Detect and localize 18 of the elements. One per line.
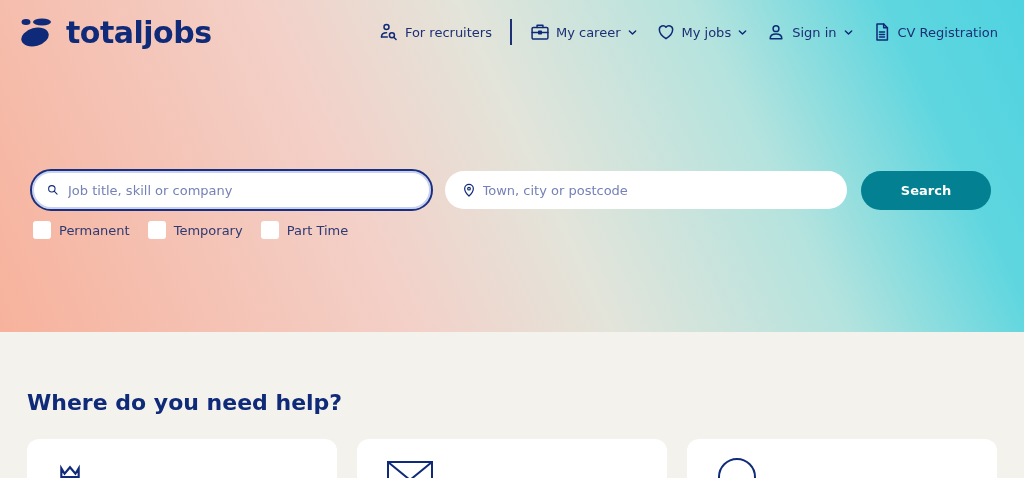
checkbox-label[interactable]: Permanent — [59, 222, 130, 238]
logo-text[interactable]: totaljobs — [66, 14, 212, 50]
nav-link[interactable]: My career — [529, 22, 638, 42]
checkbox-label[interactable]: Part Time — [286, 222, 349, 238]
checkbox[interactable] — [260, 221, 279, 239]
nav-link[interactable]: My jobs — [655, 22, 749, 42]
nav-link[interactable]: Sign in — [766, 22, 854, 42]
checkbox[interactable] — [147, 221, 166, 239]
section-heading: Where do you need help? — [27, 390, 344, 415]
location-field[interactable]: Town, city or postcode — [444, 171, 847, 209]
nav-link[interactable]: For recruiters — [378, 22, 492, 42]
briefcase-icon — [529, 22, 550, 42]
search-field[interactable]: Job title, skill or company — [30, 169, 433, 211]
search-button[interactable]: Search — [861, 170, 991, 210]
nav-link[interactable]: CV Registration — [871, 22, 998, 42]
checkbox-label[interactable]: Temporary — [173, 222, 243, 238]
user-search-icon — [378, 22, 399, 42]
checkbox[interactable] — [33, 221, 51, 239]
